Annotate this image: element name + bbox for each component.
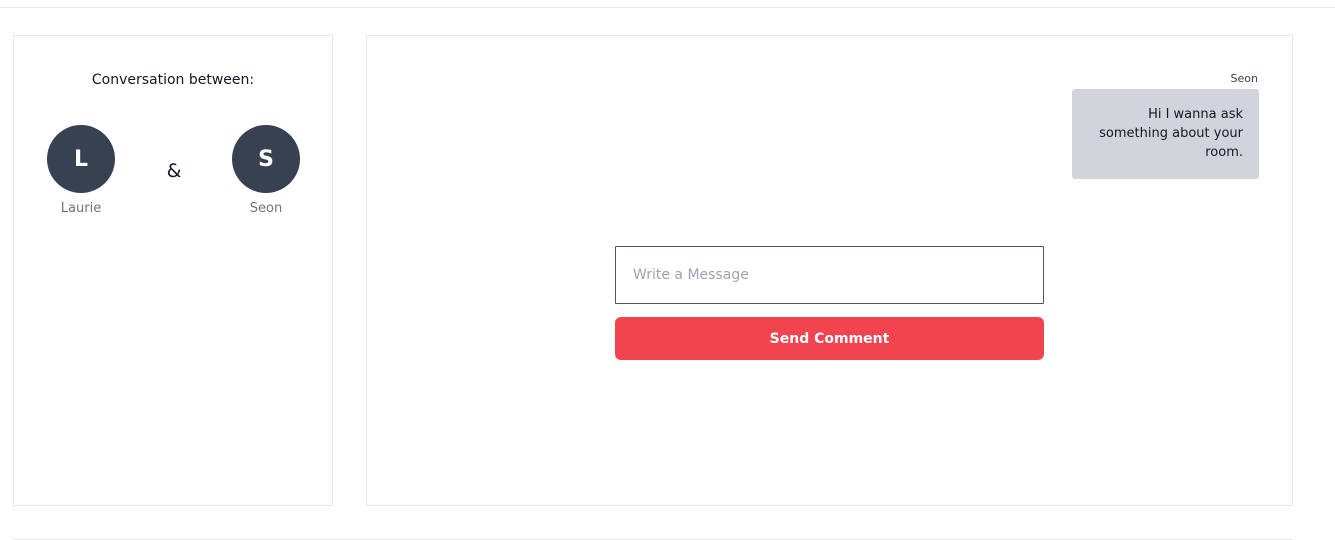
chat-panel: Seon Hi I wanna ask something about your… bbox=[366, 35, 1293, 506]
participant-name: Seon bbox=[249, 201, 283, 216]
conversation-title: Conversation between: bbox=[91, 72, 255, 88]
message-bubble: Hi I wanna ask something about your room… bbox=[1072, 89, 1259, 179]
participant-name: Laurie bbox=[60, 201, 102, 216]
avatar: L bbox=[47, 125, 115, 193]
send-comment-button[interactable]: Send Comment bbox=[615, 317, 1044, 360]
top-divider bbox=[0, 7, 1335, 8]
message-sender: Seon bbox=[1230, 72, 1258, 85]
message-input[interactable] bbox=[615, 246, 1044, 304]
conversation-participants-panel: Conversation between: L Laurie & S Seon bbox=[13, 35, 333, 506]
participant-seon: S Seon bbox=[232, 125, 300, 216]
avatar: S bbox=[232, 125, 300, 193]
